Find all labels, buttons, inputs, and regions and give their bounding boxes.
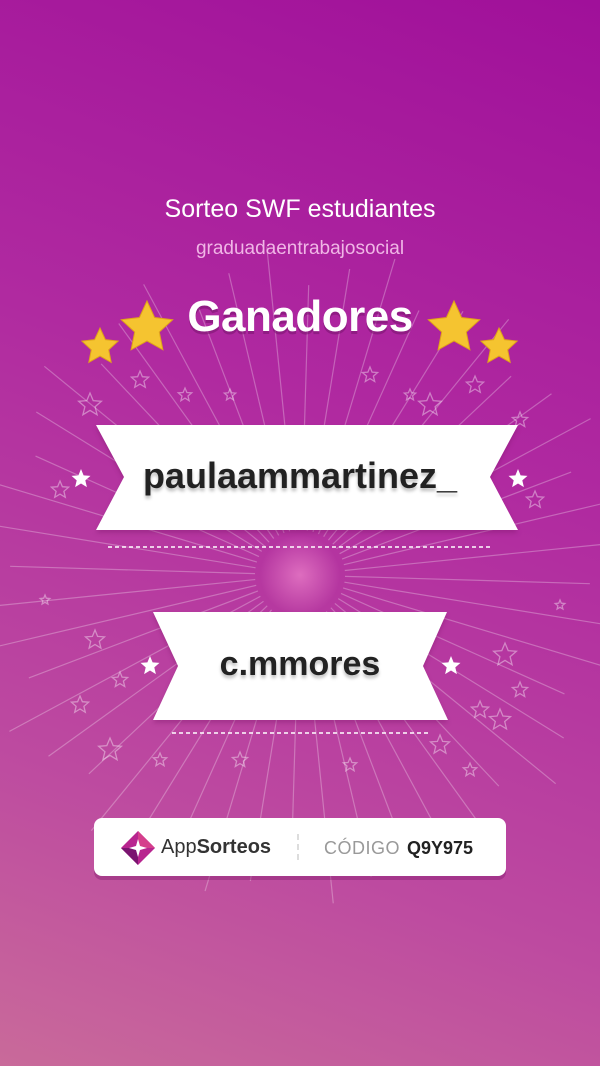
star-icon: [38, 593, 52, 606]
star-icon: [222, 387, 238, 402]
star-icon: [461, 761, 479, 778]
star-icon: [83, 628, 107, 650]
star-icon: [416, 391, 444, 417]
star-icon: [491, 641, 519, 667]
winners-heading: Ganadores: [187, 292, 413, 341]
brand-bold: Sorteos: [196, 836, 272, 858]
star-icon: [510, 410, 530, 428]
star-icon: [96, 736, 124, 762]
star-icon: [69, 694, 91, 714]
star-icon: [469, 699, 491, 719]
sunburst-ray: [344, 575, 590, 585]
raffle-account: graduadaentrabajosocial: [195, 238, 405, 259]
star-icon: [360, 365, 380, 383]
sunburst-ray: [0, 578, 256, 606]
footer-divider: [297, 834, 299, 860]
star-icon: [49, 479, 71, 499]
sunburst-ray: [10, 565, 256, 575]
brand-light: App: [161, 836, 197, 858]
code-label: CÓDIGO: [324, 838, 401, 858]
star-icon: [510, 680, 530, 698]
star-icon: [464, 374, 486, 394]
raffle-title: Sorteo SWF estudiantes: [164, 195, 436, 223]
star-icon: [441, 656, 461, 675]
sunburst-ray: [344, 544, 600, 572]
star-icon: [487, 707, 513, 731]
appsorteos-logo-icon: [121, 831, 155, 865]
decorative-background: [0, 246, 600, 904]
code-value: Q9Y975: [407, 838, 474, 858]
star-icon: [230, 750, 250, 768]
brand-name: AppSorteos: [161, 836, 271, 859]
star-icon: [71, 469, 91, 488]
star-icon: [428, 733, 452, 755]
winner-name-2: c.mmores: [219, 645, 381, 683]
star-icon: [176, 386, 194, 403]
star-icon: [129, 369, 151, 389]
star-icon: [508, 469, 528, 488]
winner-name-1: paulaammartinez_: [142, 455, 458, 496]
star-icon: [553, 598, 567, 611]
star-icon: [151, 751, 169, 768]
footer-card: AppSorteos CÓDIGO Q9Y975: [94, 818, 506, 876]
sunburst-ray: [0, 525, 256, 569]
star-icon: [524, 489, 546, 509]
